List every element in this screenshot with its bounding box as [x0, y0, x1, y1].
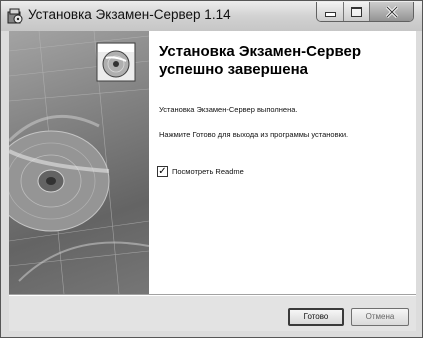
close-icon — [385, 5, 398, 18]
window-title: Установка Экзамен-Сервер 1.14 — [28, 7, 231, 22]
cancel-button[interactable]: Отмена — [351, 308, 409, 326]
button-bar: Готово Отмена — [9, 296, 416, 331]
title-bar[interactable]: Установка Экзамен-Сервер 1.14 — [1, 1, 422, 31]
installer-window: Установка Экзамен-Сервер 1.14 Установка … — [0, 0, 423, 338]
finish-instruction: Нажмите Готово для выхода из программы у… — [159, 130, 349, 139]
close-button[interactable] — [370, 2, 413, 21]
readme-checkbox-row[interactable]: ✓ Посмотреть Readme — [157, 166, 244, 177]
maximize-button[interactable] — [344, 2, 370, 21]
side-banner — [9, 31, 149, 294]
finish-button[interactable]: Готово — [288, 308, 344, 326]
minimize-button[interactable] — [317, 2, 344, 21]
window-bottom-frame — [9, 331, 416, 337]
installer-icon — [7, 8, 23, 24]
completion-heading: Установка Экзамен-Сервер успешно заверше… — [159, 43, 362, 78]
completion-message: Установка Экзамен-Сервер выполнена. — [159, 105, 298, 114]
dialog-client-area: Установка Экзамен-Сервер успешно заверше… — [9, 31, 416, 331]
cd-disc-image — [9, 31, 149, 294]
caption-buttons — [316, 2, 414, 22]
readme-checkbox-label[interactable]: Посмотреть Readme — [172, 167, 244, 176]
maximize-icon — [351, 6, 362, 17]
minimize-icon — [324, 12, 336, 17]
dialog-content: Установка Экзамен-Сервер успешно заверше… — [149, 31, 416, 294]
readme-checkbox[interactable]: ✓ — [157, 166, 168, 177]
